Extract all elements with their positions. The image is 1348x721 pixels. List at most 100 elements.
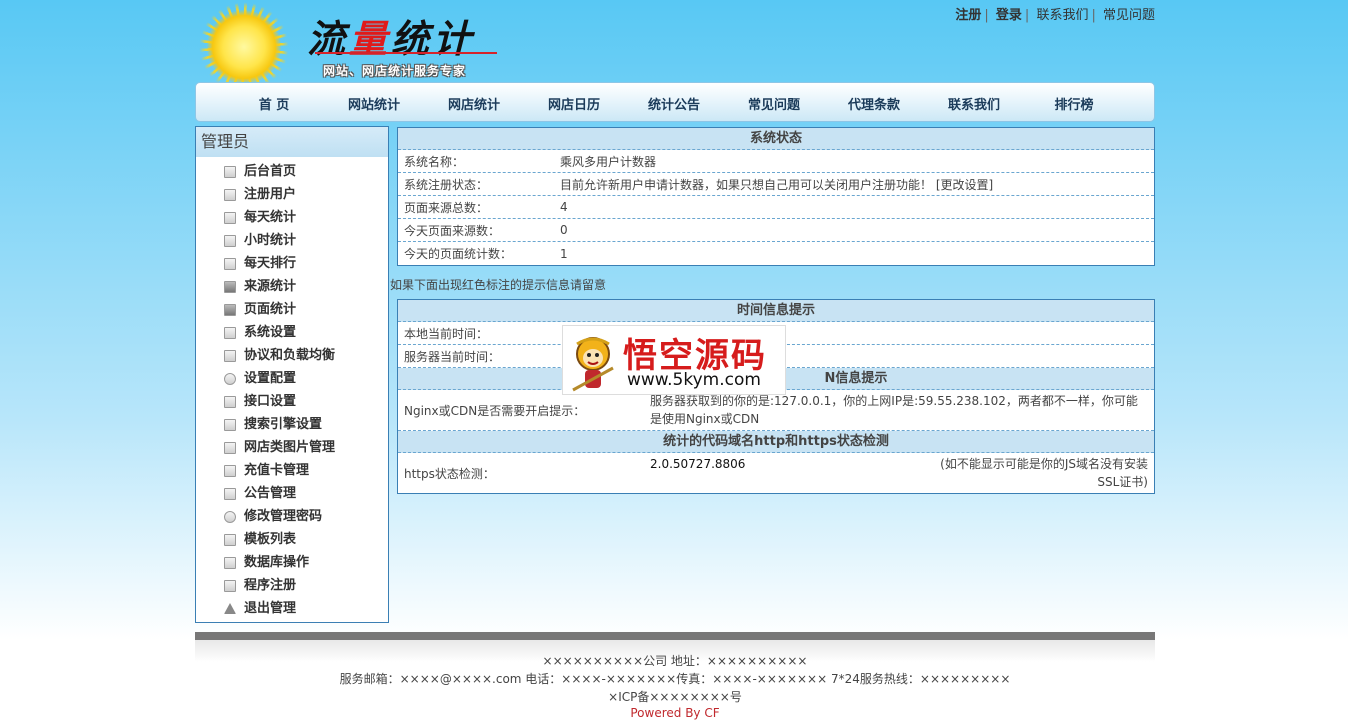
lock-icon (224, 487, 236, 500)
nav-item-faq[interactable]: 常见问题 (724, 94, 824, 113)
sidebar-menu: 后台首页 注册用户 每天统计 小时统计 每天排行 来源统计 页面统计 系统设置 … (196, 157, 388, 620)
watermark-url: www.5kym.com (627, 370, 761, 390)
nav-item-home[interactable]: 首 页 (224, 94, 324, 113)
card-icon (224, 464, 236, 477)
sidebar-item-search-engine-settings[interactable]: 搜索引擎设置 (196, 413, 388, 436)
faq-link[interactable]: 常见问题 (1103, 8, 1155, 23)
cdn-value: 服务器获取到的你的是:127.0.0.1，你的上网IP是:59.55.238.1… (650, 394, 1138, 426)
status-row: 今天页面来源数： 0 (398, 219, 1154, 242)
registration-status-text: 目前允许新用户申请计数器，如果只想自己用可以关闭用户注册功能！ (560, 177, 933, 192)
separator: | (1024, 8, 1030, 23)
sidebar-item-label: 接口设置 (244, 394, 297, 409)
sidebar-item-shop-image-manage[interactable]: 网店类图片管理 (196, 436, 388, 459)
sidebar-item-template-list[interactable]: 模板列表 (196, 528, 388, 551)
sidebar-item-hourly-stats[interactable]: 小时统计 (196, 229, 388, 252)
https-key: https状态检测： (404, 466, 495, 481)
sidebar-item-database-ops[interactable]: 数据库操作 (196, 551, 388, 574)
sidebar-item-daily-stats[interactable]: 每天统计 (196, 206, 388, 229)
nav-item-site-stats[interactable]: 网站统计 (324, 94, 424, 113)
separator: | (984, 8, 989, 23)
separator: | (1091, 8, 1096, 23)
footer-divider (195, 632, 1155, 640)
sidebar-item-label: 模板列表 (244, 532, 297, 547)
https-value-cell: 2.0.50727.8806 (如不能显示可能是你的JS域名没有安装SSL证书) (644, 453, 1154, 493)
status-key: 系统名称： (404, 154, 465, 169)
sidebar-item-label: 协议和负载均衡 (244, 348, 336, 363)
book-icon (224, 533, 236, 546)
sidebar-item-label: 后台首页 (244, 164, 297, 179)
footer-icp: ×ICP备××××××××号 (608, 690, 742, 704)
sidebar-item-source-stats[interactable]: 来源统计 (196, 275, 388, 298)
contact-link[interactable]: 联系我们 (1036, 8, 1088, 23)
status-value: 乘风多用户计数器 (560, 154, 657, 169)
sidebar-item-label: 充值卡管理 (244, 463, 310, 478)
sidebar-item-daily-ranking[interactable]: 每天排行 (196, 252, 388, 275)
sidebar-item-change-password[interactable]: 修改管理密码 (196, 505, 388, 528)
warning-icon (224, 603, 236, 614)
login-link[interactable]: 登录 (996, 8, 1022, 23)
page-icon (224, 234, 236, 247)
sidebar-item-dashboard[interactable]: 后台首页 (196, 160, 388, 183)
nav-item-announcements[interactable]: 统计公告 (624, 94, 724, 113)
status-key: 今天的页面统计数： (404, 247, 513, 261)
nav-item-ranking[interactable]: 排行榜 (1024, 94, 1124, 113)
sidebar-item-label: 页面统计 (244, 302, 297, 317)
server-time-key: 服务器当前时间： (404, 349, 501, 364)
page-icon (224, 211, 236, 224)
sidebar-item-protocol-load-balance[interactable]: 协议和负载均衡 (196, 344, 388, 367)
nav-item-shop-stats[interactable]: 网店统计 (424, 94, 524, 113)
brand-part-2: 量 (349, 16, 392, 61)
sidebar-item-label: 设置配置 (244, 371, 297, 386)
sidebar-item-label: 网店类图片管理 (244, 440, 336, 455)
sidebar-item-label: 数据库操作 (244, 555, 310, 570)
footer-powered-by[interactable]: Powered By CF (195, 706, 1155, 720)
chat-icon (224, 579, 236, 592)
sidebar-item-system-settings[interactable]: 系统设置 (196, 321, 388, 344)
sidebar-item-config[interactable]: 设置配置 (196, 367, 388, 390)
monkey-icon (572, 337, 614, 392)
register-link[interactable]: 注册 (955, 8, 981, 23)
sidebar-item-page-stats[interactable]: 页面统计 (196, 298, 388, 321)
server-icon (224, 349, 236, 362)
https-value: 2.0.50727.8806 (650, 457, 746, 471)
chat-icon (224, 556, 236, 569)
sidebar-item-label: 每天统计 (244, 210, 297, 225)
status-row: 系统注册状态： 目前允许新用户申请计数器，如果只想自己用可以关闭用户注册功能！ … (398, 173, 1154, 196)
sidebar-item-program-register[interactable]: 程序注册 (196, 574, 388, 597)
system-status-panel: 系统状态 系统名称： 乘风多用户计数器 系统注册状态： 目前允许新用户申请计数器… (397, 127, 1155, 266)
sidebar-item-label: 搜索引擎设置 (244, 417, 323, 432)
image-icon (224, 441, 236, 454)
nav-item-contact[interactable]: 联系我们 (924, 94, 1024, 113)
status-key: 页面来源总数： (404, 200, 489, 215)
brand-name: 流量统计 (307, 8, 475, 63)
nav-item-agent-terms[interactable]: 代理条款 (824, 94, 924, 113)
footer-contact: 服务邮箱：××××@××××.com 电话：××××-×××××××传真：×××… (339, 672, 1011, 686)
sidebar-item-api-settings[interactable]: 接口设置 (196, 390, 388, 413)
site-logo[interactable]: 流量统计 网站、网店统计服务专家 (199, 2, 497, 92)
page-container: 流量统计 网站、网店统计服务专家 注册 | 登录 | 联系我们 | 常见问题 首 页 … (195, 0, 1155, 721)
sidebar-item-logout[interactable]: 退出管理 (196, 597, 388, 620)
sidebar-item-label: 退出管理 (244, 601, 297, 616)
globe-icon (224, 372, 236, 385)
sidebar-item-registered-users[interactable]: 注册用户 (196, 183, 388, 206)
status-value: 目前允许新用户申请计数器，如果只想自己用可以关闭用户注册功能！ [更改设置] (554, 176, 1154, 193)
sidebar-item-label: 程序注册 (244, 578, 297, 593)
sidebar-item-label: 系统设置 (244, 325, 297, 340)
page-icon (224, 188, 236, 201)
status-value: 4 (560, 200, 568, 214)
sidebar-title: 管理员 (196, 127, 388, 157)
change-settings-link[interactable]: [更改设置] (936, 178, 993, 192)
sidebar-item-recharge-card-manage[interactable]: 充值卡管理 (196, 459, 388, 482)
calendar-icon (224, 326, 236, 339)
nav-item-shop-calendar[interactable]: 网店日历 (524, 94, 624, 113)
sidebar-item-announcement-manage[interactable]: 公告管理 (196, 482, 388, 505)
cdn-row: Nginx或CDN是否需要开启提示： 服务器获取到的你的是:127.0.0.1，… (398, 390, 1154, 431)
brand-part-1: 流 (307, 16, 350, 61)
sidebar-item-label: 修改管理密码 (244, 509, 323, 524)
sidebar-item-label: 注册用户 (244, 187, 297, 202)
brand-slogan: 网站、网店统计服务专家 (323, 64, 467, 78)
chart-icon (224, 303, 236, 316)
admin-sidebar: 管理员 后台首页 注册用户 每天统计 小时统计 每天排行 来源统计 页面统计 系… (195, 126, 389, 623)
brand-part-3: 统计 (391, 16, 476, 61)
time-info-title: 时间信息提示 (398, 300, 1154, 322)
